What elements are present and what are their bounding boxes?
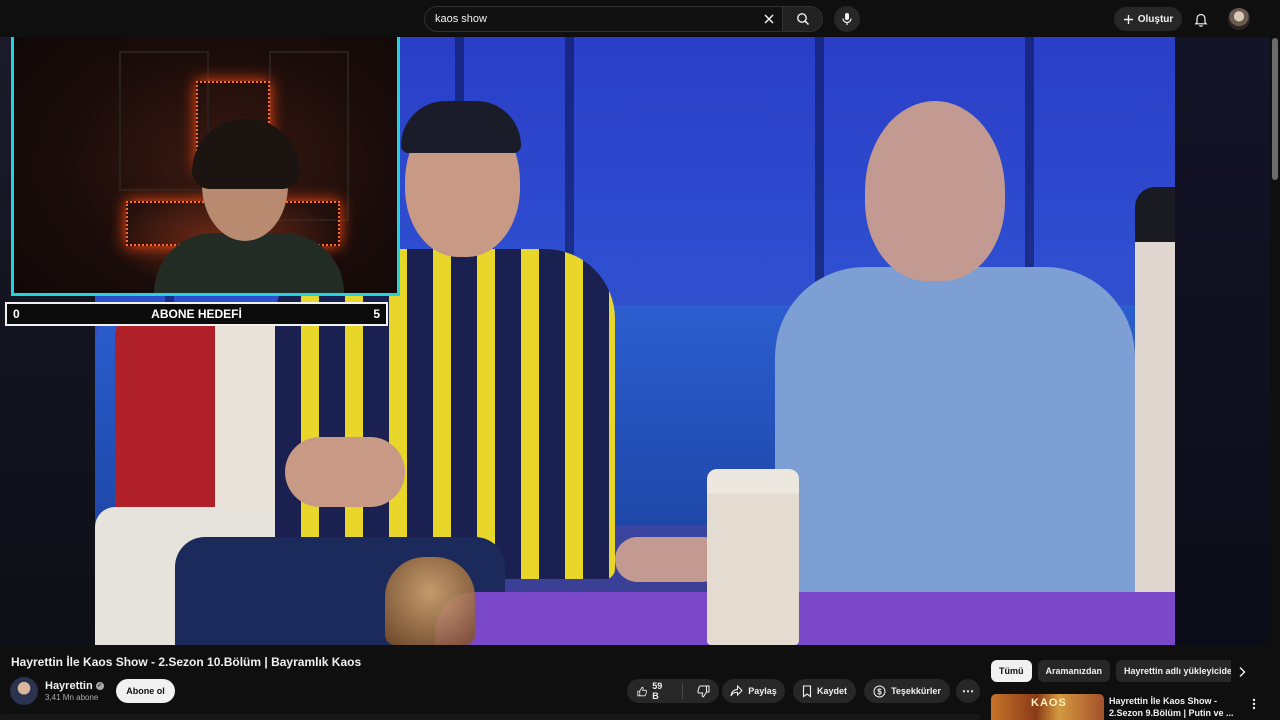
thumbs-up-icon — [637, 686, 647, 696]
subscribe-button[interactable]: Abone ol — [116, 679, 175, 703]
more-actions-button[interactable]: ⋯ — [956, 679, 980, 703]
search-icon — [796, 13, 809, 26]
video-side-right — [1175, 37, 1270, 645]
subscriber-count: 3,41 Mn abone — [45, 693, 99, 702]
guest-right-shirt — [775, 267, 1135, 607]
account-avatar[interactable] — [1228, 8, 1250, 30]
close-icon — [764, 14, 774, 24]
channel-name-link[interactable]: Hayrettin ✓ — [45, 680, 104, 692]
guest-left-shirt — [215, 307, 275, 507]
thanks-label: Teşekkürler — [891, 686, 941, 696]
video-title: Hayrettin İle Kaos Show - 2.Sezon 10.Böl… — [11, 655, 362, 669]
bell-icon — [1194, 13, 1208, 27]
share-label: Paylaş — [748, 686, 777, 696]
recommended-video-title[interactable]: Hayrettin İle Kaos Show - 2.Sezon 9.Bölü… — [1109, 695, 1245, 719]
chips-next-button[interactable] — [1234, 664, 1250, 680]
bookmark-icon — [802, 684, 812, 698]
kebab-menu-icon — [1252, 698, 1256, 710]
dislike-button[interactable] — [688, 679, 719, 703]
thumbs-down-icon — [697, 685, 710, 697]
guest-center-hair — [401, 101, 521, 153]
like-divider — [682, 683, 683, 699]
microphone-icon — [842, 13, 852, 25]
video-player[interactable]: 0 ABONE HEDEFİ 5 — [0, 37, 1270, 645]
search-input[interactable] — [425, 7, 758, 31]
create-button[interactable]: Oluştur — [1114, 7, 1182, 31]
scrollbar-thumb[interactable] — [1272, 38, 1278, 180]
search-button[interactable] — [782, 7, 822, 31]
chip-from-search[interactable]: Aramanızdan — [1037, 660, 1111, 682]
goal-title: ABONE HEDEFİ — [151, 307, 242, 321]
svg-text:$: $ — [877, 687, 882, 696]
masthead: Oluştur — [0, 0, 1280, 37]
jar — [385, 557, 475, 645]
verified-icon: ✓ — [95, 682, 104, 690]
guest-right-head — [865, 101, 1005, 281]
save-label: Kaydet — [816, 686, 847, 696]
thanks-button[interactable]: $ Teşekkürler — [864, 679, 950, 703]
like-dislike-group: 59 B — [627, 679, 719, 703]
channel-name: Hayrettin — [45, 680, 93, 692]
guest-edge — [1135, 187, 1175, 645]
streamer-webcam — [11, 37, 400, 296]
related-filter-chips: Tümü Aramanızdan Hayrettin adlı yükleyic… — [991, 660, 1231, 682]
share-button[interactable]: Paylaş — [722, 679, 785, 703]
search-box — [424, 6, 823, 32]
channel-avatar[interactable] — [10, 677, 38, 705]
super-thanks-icon: $ — [873, 685, 886, 697]
page-scrollbar[interactable] — [1270, 0, 1280, 720]
voice-search-button[interactable] — [834, 6, 860, 32]
paper-cup — [707, 469, 799, 645]
save-button[interactable]: Kaydet — [793, 679, 856, 703]
create-label: Oluştur — [1137, 13, 1174, 25]
coffee-table — [435, 592, 1175, 645]
notifications-button[interactable] — [1190, 8, 1212, 30]
like-count: 59 B — [652, 681, 663, 701]
thumbnail-logo-text: KAOS — [1031, 697, 1067, 709]
goal-target: 5 — [373, 307, 380, 321]
chevron-right-icon — [1239, 667, 1246, 677]
streamer-body — [154, 233, 344, 293]
share-icon — [730, 685, 743, 697]
description-box-edge — [0, 714, 980, 720]
chip-from-uploader[interactable]: Hayrettin adlı yükleyiciden — [1116, 660, 1231, 682]
guest-center-jersey — [275, 249, 615, 579]
guest-center-arm — [285, 437, 405, 507]
recommended-video-menu-button[interactable] — [1248, 696, 1260, 712]
goal-current: 0 — [13, 307, 20, 321]
recommended-video-thumbnail[interactable]: KAOS — [991, 694, 1104, 720]
clear-search-button[interactable] — [758, 8, 780, 30]
like-button[interactable]: 59 B — [627, 679, 677, 703]
subscribe-goal-bar: 0 ABONE HEDEFİ 5 — [5, 302, 388, 326]
plus-icon — [1123, 14, 1133, 24]
chip-all[interactable]: Tümü — [991, 660, 1032, 682]
